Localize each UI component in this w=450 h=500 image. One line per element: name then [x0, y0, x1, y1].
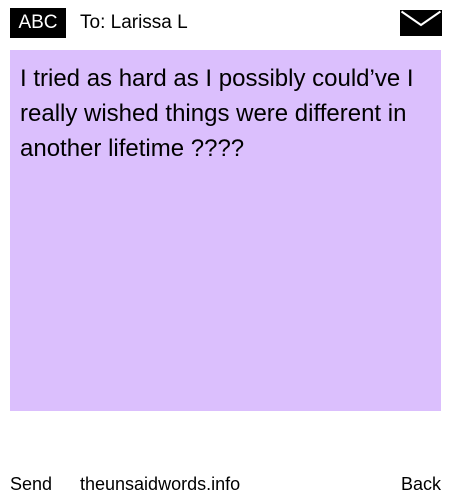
envelope-icon	[400, 10, 442, 36]
input-mode-indicator: ABC	[10, 8, 66, 38]
recipient-label: To: Larissa L	[80, 12, 188, 33]
back-button[interactable]: Back	[401, 470, 441, 498]
message-text: I tried as hard as I possibly could’ve I…	[20, 65, 414, 162]
message-header: ABC To: Larissa L	[0, 0, 450, 48]
message-body[interactable]: I tried as hard as I possibly could’ve I…	[10, 50, 441, 411]
site-label: theunsaidwords.info	[80, 474, 241, 494]
send-button[interactable]: Send	[10, 470, 52, 498]
softkey-bar: Send theunsaidwords.info Back	[0, 470, 450, 498]
